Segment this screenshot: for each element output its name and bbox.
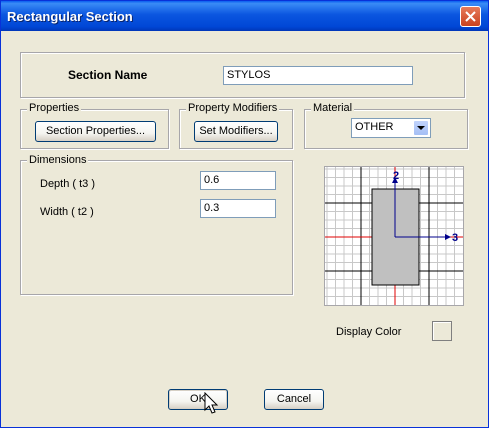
depth-label: Depth ( t3 ) [40, 178, 96, 190]
axis-3-label: 3 [452, 232, 458, 244]
properties-legend: Properties [27, 102, 82, 114]
display-color-swatch[interactable] [432, 321, 452, 341]
width-input[interactable]: 0.3 [200, 199, 276, 218]
section-name-label: Section Name [68, 68, 148, 82]
section-preview-canvas: 2 3 [325, 167, 463, 305]
section-preview: 2 3 [324, 166, 464, 306]
section-properties-button[interactable]: Section Properties... [35, 121, 156, 142]
material-selected-value: OTHER [355, 121, 394, 133]
material-legend: Material [311, 102, 355, 114]
close-button[interactable] [460, 6, 481, 27]
display-color-label: Display Color [336, 326, 402, 338]
chevron-down-icon [417, 126, 425, 130]
depth-input[interactable]: 0.6 [200, 171, 276, 190]
dialog-window: Rectangular Section Section Name STYLOS … [0, 0, 489, 428]
close-icon [465, 11, 476, 22]
cancel-button[interactable]: Cancel [264, 389, 324, 410]
property-modifiers-legend: Property Modifiers [186, 102, 280, 114]
width-label: Width ( t2 ) [40, 206, 94, 218]
set-modifiers-button[interactable]: Set Modifiers... [194, 121, 278, 142]
material-select[interactable]: OTHER [351, 118, 431, 138]
window-title: Rectangular Section [7, 9, 133, 24]
title-bar[interactable]: Rectangular Section [1, 1, 488, 31]
dimensions-legend: Dimensions [27, 154, 89, 166]
axis-2-label: 2 [393, 170, 399, 182]
section-name-input[interactable]: STYLOS [223, 66, 413, 85]
mouse-pointer-icon [204, 392, 219, 414]
dropdown-arrow-button[interactable] [413, 120, 429, 136]
axis-3-arrowhead-icon [445, 234, 451, 240]
